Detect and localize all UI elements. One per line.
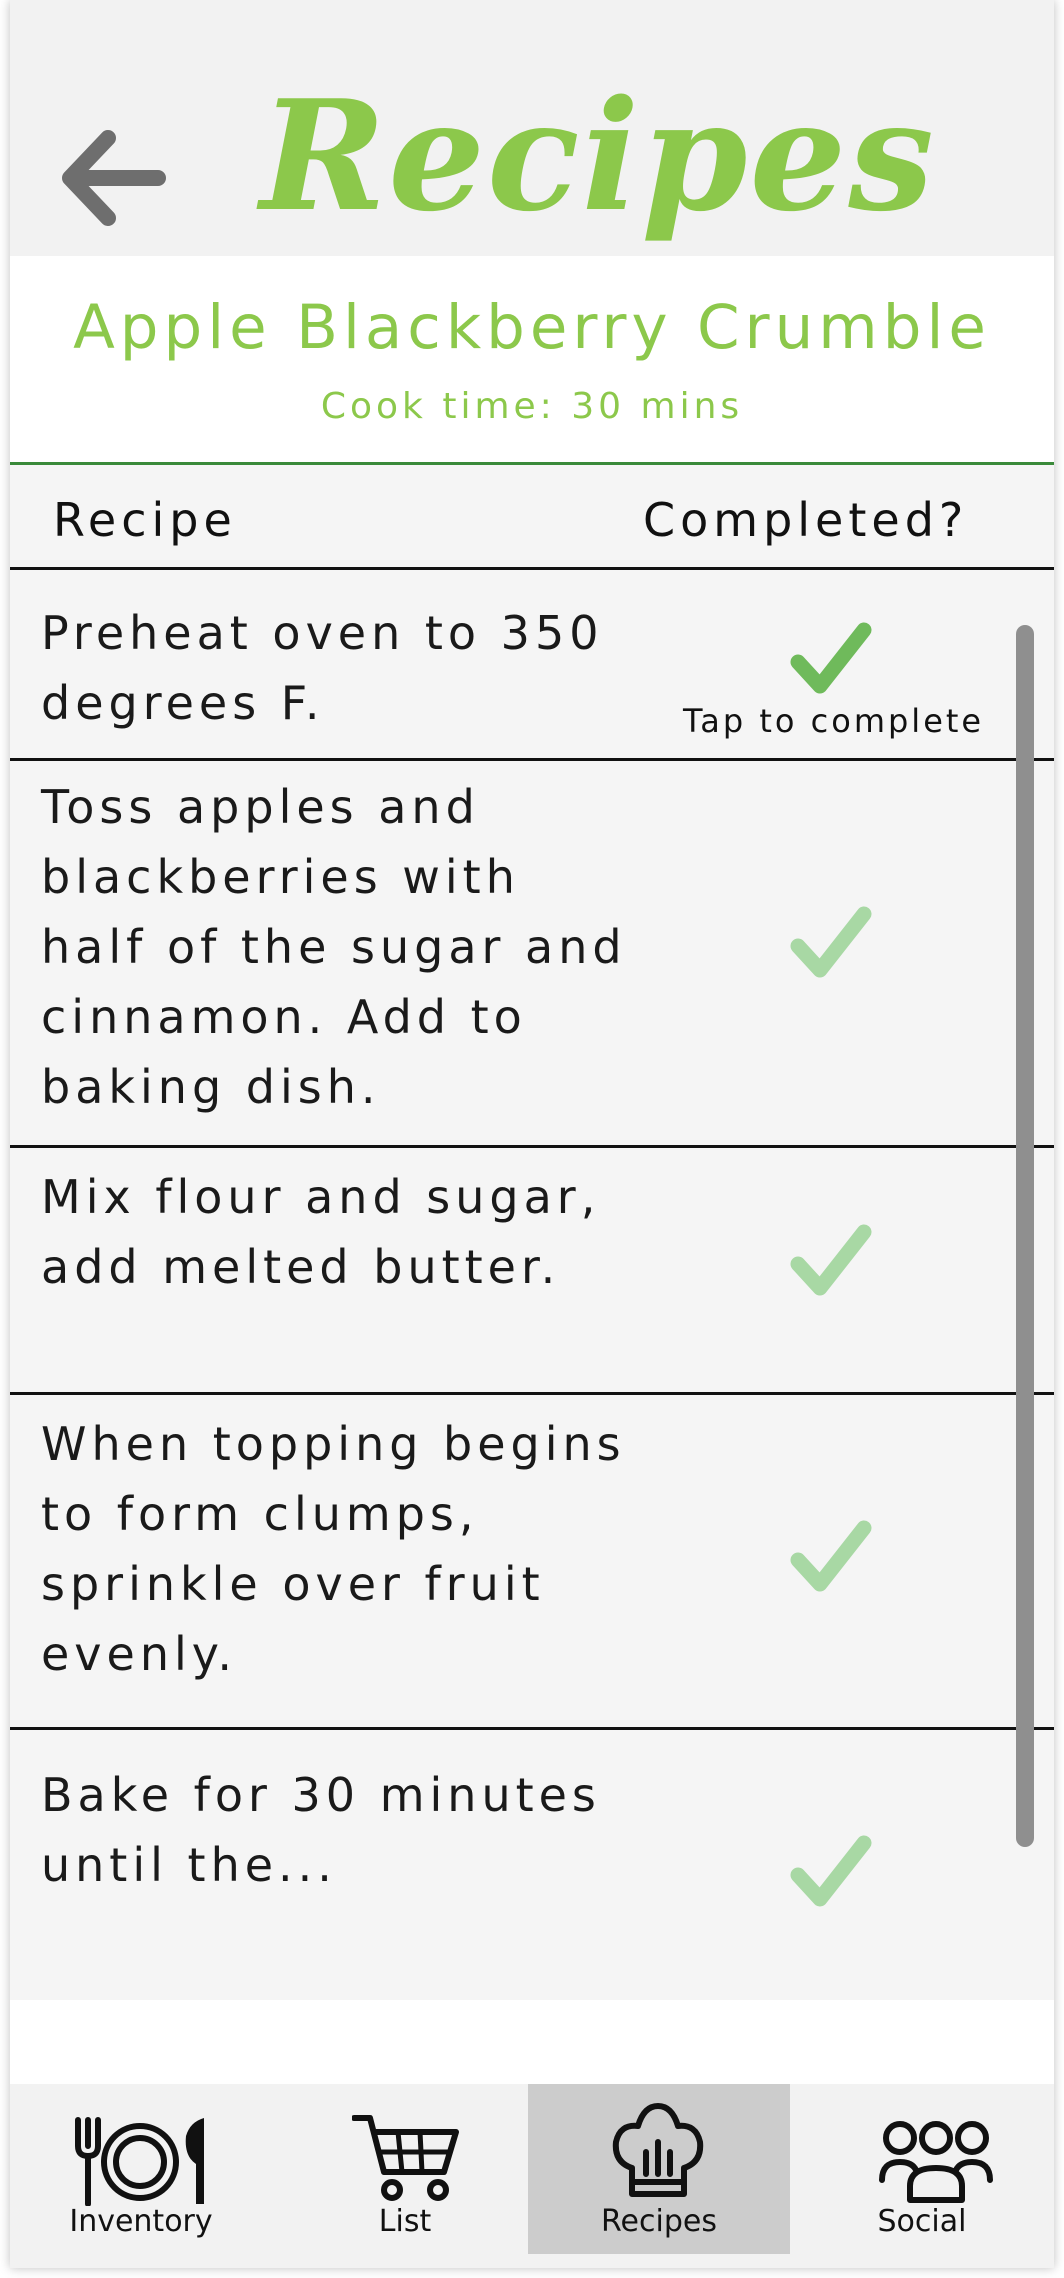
step-text: Toss apples and blackberries with half o… <box>41 780 627 1114</box>
group-icon <box>879 2121 993 2203</box>
complete-toggle[interactable] <box>790 622 872 698</box>
column-header-recipe: Recipe <box>53 493 237 547</box>
phone-screen: Recipes Apple Blackberry Crumble Cook ti… <box>10 0 1054 2268</box>
step-text: Bake for 30 minutes until the... <box>41 1768 601 1892</box>
checkmark-icon <box>790 1224 872 1296</box>
recipe-steps-list[interactable]: Preheat oven to 350 degrees F. Tap to co… <box>10 570 1054 2000</box>
complete-toggle[interactable] <box>790 1520 872 1596</box>
scrollbar-thumb[interactable] <box>1016 625 1034 1847</box>
step-text: Preheat oven to 350 degrees F. <box>41 606 604 730</box>
app-header: Recipes <box>10 0 1054 256</box>
checkmark-icon <box>790 622 872 694</box>
nav-item-social[interactable]: Social <box>790 2084 1054 2254</box>
recipe-step-row: Toss apples and blackberries with half o… <box>10 761 1054 1148</box>
step-text: When topping begins to form clumps, spri… <box>41 1417 626 1681</box>
checkmark-icon <box>790 1835 872 1907</box>
complete-toggle[interactable] <box>790 906 872 982</box>
step-text: Mix flour and sugar, add melted butter. <box>41 1170 601 1294</box>
chef-hat-icon <box>612 2103 704 2197</box>
nav-item-list[interactable]: List <box>272 2084 538 2254</box>
tap-to-complete-hint: Tap to complete <box>683 702 985 740</box>
nav-label: Recipes <box>601 2204 717 2239</box>
back-button[interactable] <box>58 128 170 228</box>
nav-item-inventory[interactable]: Inventory <box>10 2084 272 2254</box>
recipe-name: Apple Blackberry Crumble <box>73 292 991 363</box>
bottom-nav: Inventory List Recipes Social <box>10 2084 1054 2268</box>
column-header-completed: Completed? <box>643 493 969 547</box>
nav-item-recipes[interactable]: Recipes <box>528 2084 790 2254</box>
nav-label: List <box>378 2204 432 2239</box>
checkmark-icon <box>790 1520 872 1592</box>
recipe-header: Apple Blackberry Crumble Cook time: 30 m… <box>10 256 1054 465</box>
cook-time: Cook time: 30 mins <box>320 386 744 427</box>
recipe-step-row: Bake for 30 minutes until the... <box>10 1730 1054 2000</box>
checkmark-icon <box>790 906 872 978</box>
page-title: Recipes <box>260 66 936 245</box>
shopping-cart-icon <box>352 2115 459 2201</box>
recipe-step-row: Mix flour and sugar, add melted butter. <box>10 1148 1054 1395</box>
nav-label: Inventory <box>69 2204 213 2239</box>
recipe-step-row: Preheat oven to 350 degrees F. Tap to co… <box>10 570 1054 761</box>
complete-toggle[interactable] <box>790 1224 872 1300</box>
plate-cutlery-icon <box>75 2117 204 2206</box>
arrow-left-icon <box>62 130 166 226</box>
complete-toggle[interactable] <box>790 1835 872 1911</box>
recipe-step-row: When topping begins to form clumps, spri… <box>10 1395 1054 1730</box>
nav-label: Social <box>877 2204 967 2239</box>
table-header: Recipe Completed? <box>10 465 1054 570</box>
